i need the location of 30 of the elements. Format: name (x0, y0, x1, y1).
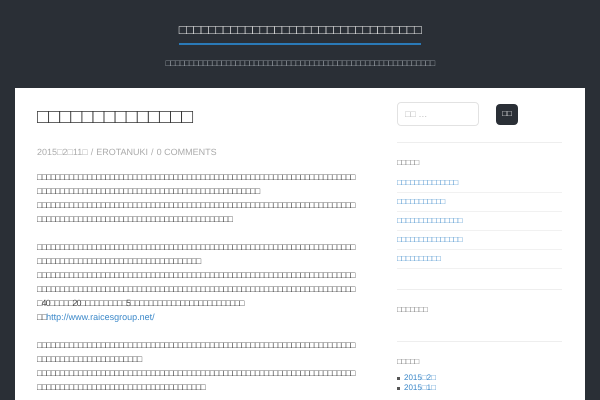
comments-link[interactable]: 0 COMMENTS (156, 146, 217, 160)
bullet-icon (397, 376, 400, 380)
recent-post-link[interactable]: □□□□□□□□□□□□□□□ (397, 212, 562, 231)
meta-separator: / (151, 146, 154, 159)
recent-post-link[interactable]: □□□□□□□□□□□ (397, 193, 562, 212)
archive-link[interactable]: 2015□1□ (404, 383, 436, 393)
recent-post-link[interactable]: □□□□□□□□□□□□□□□ (397, 231, 562, 250)
recent-post-link[interactable]: □□□□□□□□□□ (397, 250, 562, 269)
post-date[interactable]: 2015□2□11□ (37, 146, 88, 160)
post-author[interactable]: EROTANUKI (96, 146, 148, 160)
bullet-icon (397, 386, 400, 390)
search-button[interactable]: □□ (496, 104, 518, 124)
widget-heading: □□□□□ (397, 357, 420, 367)
search-field[interactable]: □□ … (397, 102, 479, 126)
body-text: □□ (37, 310, 46, 322)
archive-link[interactable]: 2015□2□ (404, 373, 436, 383)
body-text: □□□□□□□□□□□□□□□□□□□□□□□□□□□□□□□□□□□□□□□□□□□□□□□□□□□□□□□□□□□□□□□□□□□□□□□□□□□□□□□□□□□□□□□□□□□□□ (37, 338, 355, 366)
body-text: □□□□□□□□□□□□□□□□□□□□□□□□□□□□□□□□□□□□□□□□□□□□□□□□□□□□□□□□□□□□□□□□□□□□□□□□□□□□□□□□□□□□□□□□□□□□□□□□□□□□□□□□□□□□□□□□□□□□□□□ (37, 170, 355, 198)
post-title: □□□□□□□□□□□□□□ (37, 105, 194, 130)
widget-heading: □□□□□□□ (397, 305, 429, 315)
widget-heading: □□□□□ (397, 158, 420, 168)
body-text: □□□□□□□□□□□□□□□□□□□□□□□□□□□□□□□□□□□□□□□□□□□□□□□□□□□□□□□□□□□□□□□□□□□□□□□□□□□□□□□□□□□□□□□□□□□□□□□□□□□□□□□□□□□□□□□□□ (37, 198, 355, 226)
recent-post-link[interactable]: □□□□□□□□□□□□□□ (397, 174, 562, 193)
site-tagline: □□□□□□□□□□□□□□□□□□□□□□□□□□□□□□□□□□□□□□□□□□□□□□□□□□□□□□□□□□ (166, 56, 434, 70)
body-text: □□□□□□□□□□□□□□□□□□□□□□□□□□□□□□□□□□□□□□□□□□□□□□□□□□□□□□□□□□□□□□□□□□□□□□□□□□□□□□□□□□□□□□□□□□□□□□□□□□□□□□□□□□□□□□□□□□□□□□□□□□□□□□□□□□□□□□□□□□□□□40□□□□□20□□□□□□□□□□5□□□□□□□□□□□□□□□□□□□□□□□□□ (37, 268, 355, 310)
body-text: □□□□□□□□□□□□□□□□□□□□□□□□□□□□□□□□□□□□□□□□□□□□□□□□□□□□□□□□□□□□□□□□□□□□□□□□□□□□□□□□□□□□□□□□□□□□□□□□□□□□□□□□□□ (37, 240, 355, 268)
meta-separator: / (90, 146, 94, 159)
body-text: □□□□□□□□□□□□□□□□□□□□□□□□□□□□□□□□□□□□□□□□□□□□□□□□□□□□□□□□□□□□□□□□□□□□□□□□□□□□□□□□□□□□□□□□□□□□□□□□□□□□□□□□□□□ (37, 366, 355, 394)
url-link[interactable]: http://www.raicesgroup.net/ (46, 310, 155, 324)
site-title[interactable]: □□□□□□□□□□□□□□□□□□□□□□□□□□□□□□□□□ (178, 20, 422, 44)
